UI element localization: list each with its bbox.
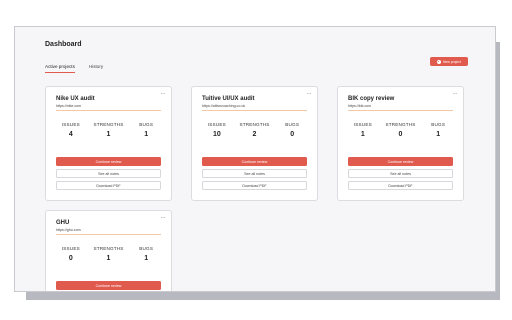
- strengths-stat: STRENGTHS 1: [90, 122, 128, 138]
- new-project-label: New project: [443, 59, 461, 64]
- download-pdf-button[interactable]: Download PDF: [202, 181, 307, 190]
- continue-review-button[interactable]: Continue review: [56, 281, 161, 290]
- more-dots-icon[interactable]: ···: [161, 91, 166, 97]
- new-project-button[interactable]: New project: [430, 57, 468, 66]
- issues-stat: ISSUES 0: [52, 246, 90, 262]
- card-title: BIK copy review: [348, 96, 395, 102]
- more-dots-icon[interactable]: ···: [161, 215, 166, 221]
- dashboard-window: Dashboard Active projects History New pr…: [14, 26, 496, 292]
- see-all-notes-button[interactable]: See all notes: [348, 169, 453, 178]
- tab-active-projects[interactable]: Active projects: [45, 64, 75, 73]
- card-title: GHU: [56, 220, 70, 226]
- divider: [202, 110, 307, 111]
- issues-stat: ISSUES 1: [344, 122, 382, 138]
- plus-circle-icon: [437, 59, 442, 64]
- card-url: https://nike.com: [56, 104, 82, 108]
- card-url: https://bik.com: [348, 104, 372, 108]
- bugs-stat: BUGS 1: [127, 246, 165, 262]
- bugs-stat: BUGS 1: [127, 122, 165, 138]
- issues-stat: ISSUES 10: [198, 122, 236, 138]
- download-pdf-button[interactable]: Download PDF: [56, 181, 161, 190]
- issues-value: 10: [212, 131, 221, 138]
- project-card: Tuitive UI/UX audit ··· https://altiveco…: [191, 86, 318, 201]
- bugs-value: 1: [144, 131, 149, 138]
- strengths-stat: STRENGTHS 1: [90, 246, 128, 262]
- more-dots-icon[interactable]: ···: [307, 91, 312, 97]
- project-card: Nike UX audit ··· https://nike.com ISSUE…: [45, 86, 172, 201]
- see-all-notes-button[interactable]: See all notes: [202, 169, 307, 178]
- strengths-label: STRENGTHS: [239, 122, 270, 127]
- continue-review-button[interactable]: Continue review: [202, 157, 307, 166]
- project-card: GHU ··· https://ghu.com ISSUES 0 STRENGT…: [45, 210, 172, 291]
- bugs-stat: BUGS 0: [273, 122, 311, 138]
- tab-bar: Active projects History: [45, 64, 117, 73]
- card-title: Tuitive UI/UX audit: [202, 96, 255, 102]
- divider: [348, 110, 453, 111]
- strengths-value: 1: [106, 255, 111, 262]
- issues-value: 1: [360, 131, 365, 138]
- issues-label: ISSUES: [353, 122, 372, 127]
- issues-label: ISSUES: [61, 122, 80, 127]
- issues-label: ISSUES: [61, 246, 80, 251]
- project-card: BIK copy review ··· https://bik.com ISSU…: [337, 86, 464, 201]
- tab-history[interactable]: History: [89, 64, 103, 73]
- strengths-stat: STRENGTHS 2: [236, 122, 274, 138]
- divider: [56, 234, 161, 235]
- strengths-stat: STRENGTHS 0: [382, 122, 420, 138]
- more-dots-icon[interactable]: ···: [453, 91, 458, 97]
- stats-row: ISSUES 0 STRENGTHS 1 BUGS 1: [52, 246, 165, 262]
- bugs-value: 1: [144, 255, 149, 262]
- card-url: https://altivecoaching.co.uk: [202, 104, 246, 108]
- strengths-label: STRENGTHS: [93, 246, 124, 251]
- bugs-label: BUGS: [139, 122, 154, 127]
- download-pdf-button[interactable]: Download PDF: [348, 181, 453, 190]
- strengths-label: STRENGTHS: [385, 122, 416, 127]
- issues-stat: ISSUES 4: [52, 122, 90, 138]
- strengths-value: 0: [398, 131, 403, 138]
- stats-row: ISSUES 1 STRENGTHS 0 BUGS 1: [344, 122, 457, 138]
- page-title: Dashboard: [45, 41, 82, 48]
- bugs-value: 0: [290, 131, 295, 138]
- divider: [56, 110, 161, 111]
- bugs-label: BUGS: [139, 246, 154, 251]
- see-all-notes-button[interactable]: See all notes: [56, 169, 161, 178]
- continue-review-button[interactable]: Continue review: [56, 157, 161, 166]
- issues-value: 0: [68, 255, 73, 262]
- card-title: Nike UX audit: [56, 96, 95, 102]
- bugs-stat: BUGS 1: [419, 122, 457, 138]
- strengths-label: STRENGTHS: [93, 122, 124, 127]
- bugs-value: 1: [436, 131, 441, 138]
- stats-row: ISSUES 4 STRENGTHS 1 BUGS 1: [52, 122, 165, 138]
- continue-review-button[interactable]: Continue review: [348, 157, 453, 166]
- bugs-label: BUGS: [431, 122, 446, 127]
- stats-row: ISSUES 10 STRENGTHS 2 BUGS 0: [198, 122, 311, 138]
- issues-value: 4: [68, 131, 73, 138]
- bugs-label: BUGS: [285, 122, 300, 127]
- strengths-value: 2: [252, 131, 257, 138]
- strengths-value: 1: [106, 131, 111, 138]
- card-url: https://ghu.com: [56, 228, 81, 232]
- issues-label: ISSUES: [207, 122, 226, 127]
